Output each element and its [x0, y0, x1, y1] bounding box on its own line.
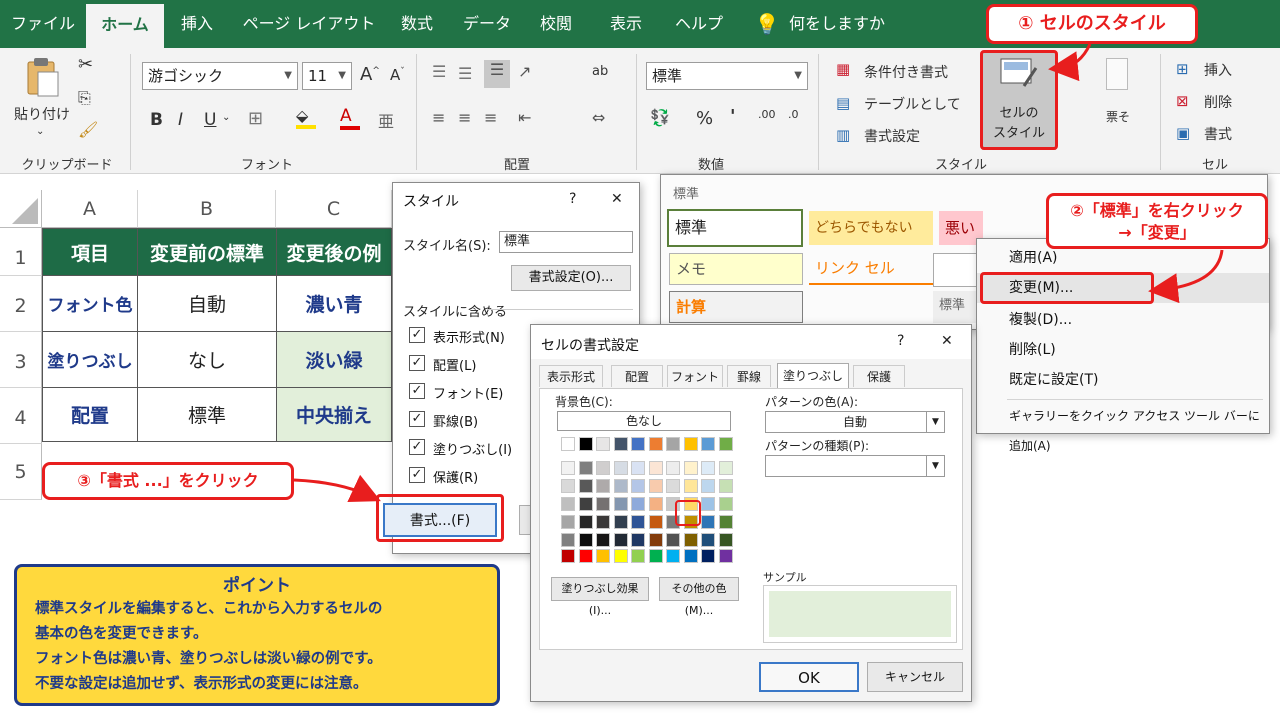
point-line: 基本の色を変更できます。 [35, 626, 208, 642]
point-line: 不要な設定は追加せず、表示形式の変更には注意。 [35, 676, 368, 692]
point-line: 標準スタイルを編集すると、これから入力するセルの [35, 601, 383, 617]
arrow-step2 [1148, 249, 1224, 304]
point-box: ポイント 標準スタイルを編集すると、これから入力するセルの 基本の色を変更できま… [14, 564, 500, 706]
point-text: 標準スタイルを編集すると、これから入力するセルの 基本の色を変更できます。 フォ… [35, 597, 382, 697]
arrow-step1 [1048, 43, 1092, 82]
point-line: フォント色は濃い青、塗りつぶしは淡い緑の例です。 [35, 651, 382, 667]
point-title: ポイント [223, 576, 291, 596]
arrow-step3 [293, 474, 381, 502]
